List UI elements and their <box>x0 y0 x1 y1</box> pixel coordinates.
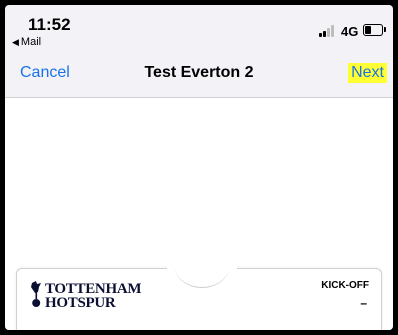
next-button[interactable]: Next <box>348 63 387 83</box>
status-time: 11:52 <box>28 15 71 34</box>
back-to-app-link[interactable]: ◀ Mail <box>12 36 41 48</box>
club-name: TOTTENHAM HOTSPUR <box>45 281 142 311</box>
wallet-pass-card[interactable]: TOTTENHAM HOTSPUR KICK-OFF – <box>16 241 382 330</box>
battery-cap <box>384 27 386 32</box>
phone-screen: 11:52 ◀ Mail 4G Cancel Test Everton 2 Nex… <box>5 5 393 330</box>
status-bar: 11:52 ◀ Mail 4G <box>5 5 393 53</box>
back-app-label: Mail <box>20 36 42 48</box>
battery-icon <box>363 24 383 36</box>
navigation-bar: Cancel Test Everton 2 Next <box>5 53 393 98</box>
network-type: 4G <box>341 24 359 39</box>
cellular-signal-icon <box>319 25 337 37</box>
battery-level <box>365 26 371 34</box>
page-title: Test Everton 2 <box>144 64 254 81</box>
club-name-line-1: TOTTENHAM <box>45 281 142 297</box>
kickoff-value: – <box>360 296 367 310</box>
kickoff-label: KICK-OFF <box>321 280 369 291</box>
pass-preview-area: TOTTENHAM HOTSPUR KICK-OFF – <box>5 98 393 330</box>
club-name-line-2: HOTSPUR <box>45 295 116 311</box>
back-triangle-icon: ◀ <box>12 37 19 47</box>
pass-barcode-graphic <box>39 325 369 330</box>
